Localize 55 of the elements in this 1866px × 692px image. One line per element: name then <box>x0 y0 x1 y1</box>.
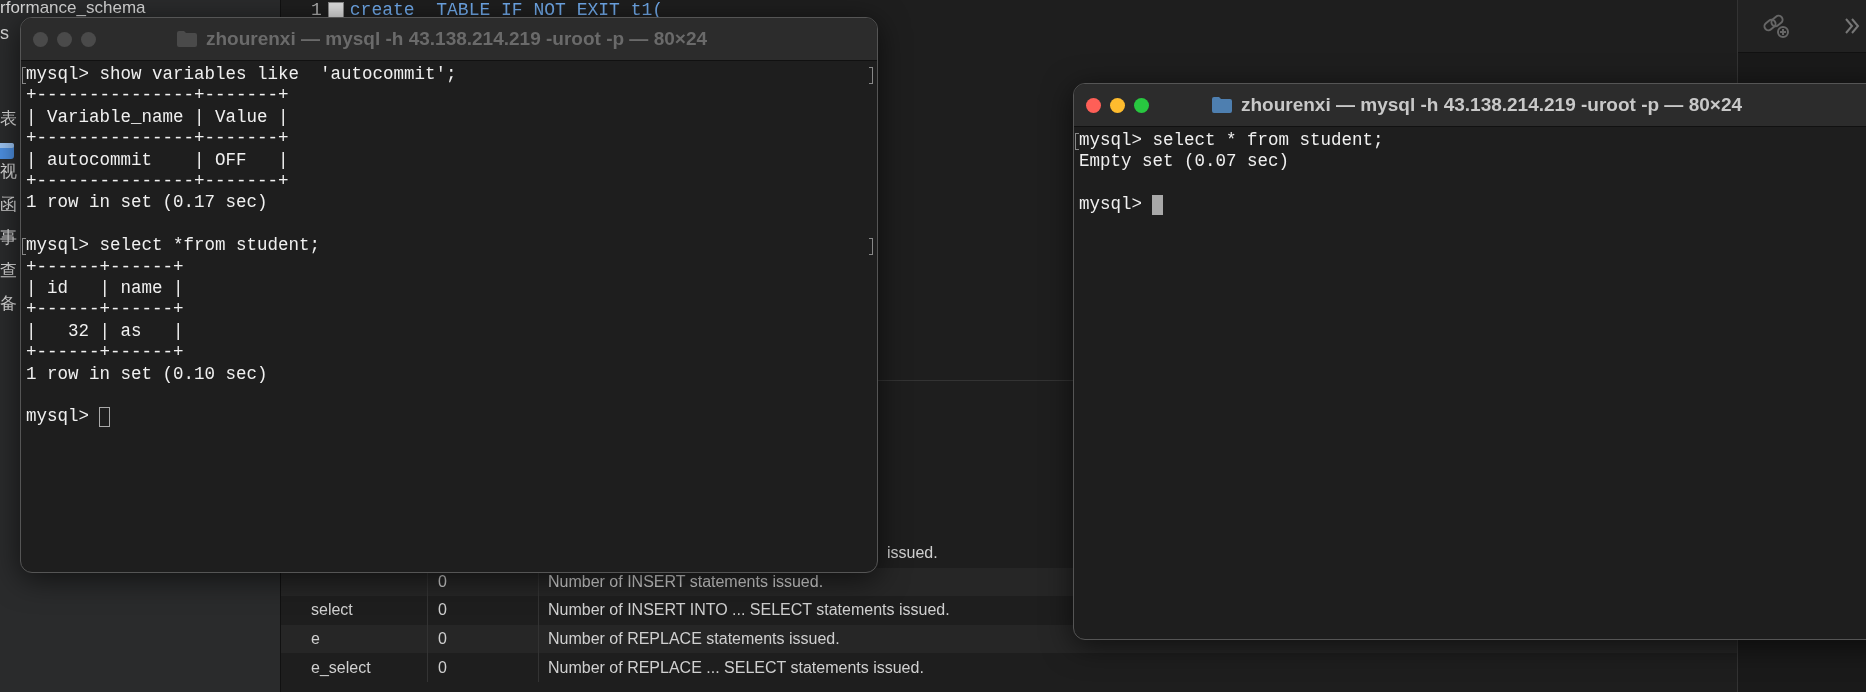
table-icon <box>0 141 14 161</box>
terminal-line: mysql> select *from student; <box>26 235 321 257</box>
document-icon <box>327 2 344 18</box>
terminal-line: +---------------+-------+ <box>26 171 289 193</box>
terminal-line: +------+------+ <box>26 342 184 364</box>
terminal-line: Empty set (0.07 sec) <box>1079 151 1290 173</box>
terminal-prompt: mysql> <box>26 406 89 428</box>
table-cell: e <box>311 630 320 649</box>
text-cursor <box>99 407 110 428</box>
terminal-line: +---------------+-------+ <box>26 85 289 107</box>
table-cell: 0 <box>438 630 447 649</box>
terminal-line: | id | name | <box>26 278 184 300</box>
table-cell: 0 <box>438 572 447 591</box>
zoom-button[interactable] <box>1134 97 1149 113</box>
sidebar-item[interactable]: 备 <box>0 287 17 320</box>
window-title: zhourenxi — mysql -h 43.138.214.219 -uroot -p — 80×24 <box>1240 94 1742 116</box>
line-number: 1 <box>311 0 322 20</box>
terminal-line: | 32 | as | <box>26 320 184 343</box>
terminal-window[interactable]: zhourenxi — mysql -h 43.138.214.219 -uroot -p — 80×24 mysql> select * from student; Empty set (0.07 sec) mysql> <box>1073 83 1866 640</box>
folder-icon <box>1210 96 1233 114</box>
terminal-line: | Variable_name | Value | <box>26 106 289 129</box>
terminal-line: +---------------+-------+ <box>26 128 289 150</box>
terminal-line: mysql> show variables like 'autocommit'; <box>26 64 457 86</box>
terminal-line: 1 row in set (0.10 sec) <box>26 363 268 386</box>
sidebar-item[interactable]: 事 <box>0 221 17 254</box>
table-cell: e_select <box>311 658 371 677</box>
minimize-button[interactable] <box>1110 97 1125 113</box>
table-cell-text: Number of INSERT statements issued. <box>547 572 824 591</box>
terminal-line: +------+------+ <box>26 256 184 279</box>
sidebar-item[interactable]: 函 <box>0 188 17 221</box>
sidebar-item[interactable]: 表 <box>0 102 17 135</box>
sidebar-item[interactable]: 查 <box>0 254 17 287</box>
table-cell-text: Number of REPLACE ... SELECT statements issued. <box>547 658 924 677</box>
terminal-line: mysql> select * from student; <box>1079 130 1384 152</box>
terminal-line: 1 row in set (0.17 sec) <box>26 192 268 214</box>
terminal-line: | autocommit | OFF | <box>26 149 289 172</box>
table-cell-text: issued. <box>886 544 938 563</box>
sidebar-item[interactable]: 视 <box>0 155 17 188</box>
text-cursor <box>1152 194 1163 215</box>
sidebar-item[interactable]: rformance_schema <box>0 0 146 16</box>
terminal-line: +------+------+ <box>26 299 184 321</box>
table-cell-text: Number of REPLACE statements issued. <box>547 630 840 649</box>
table-cell-text: Number of INSERT INTO ... SELECT statements issued. <box>547 601 950 620</box>
table-cell: select <box>311 601 353 620</box>
chevrons-right-icon[interactable] <box>1844 17 1860 35</box>
sidebar-item[interactable]: s <box>0 22 9 44</box>
table-cell: 0 <box>438 658 447 677</box>
close-button[interactable] <box>1086 97 1101 113</box>
table-cell: 0 <box>438 601 447 620</box>
mark-bracket <box>869 67 873 84</box>
window-title: zhourenxi — mysql -h 43.138.214.219 -uroot -p — 80×24 <box>205 28 707 50</box>
link-add-icon[interactable] <box>1762 13 1790 39</box>
mark-bracket <box>869 238 873 256</box>
terminal-prompt: mysql> <box>1079 194 1142 216</box>
folder-icon <box>175 30 198 48</box>
